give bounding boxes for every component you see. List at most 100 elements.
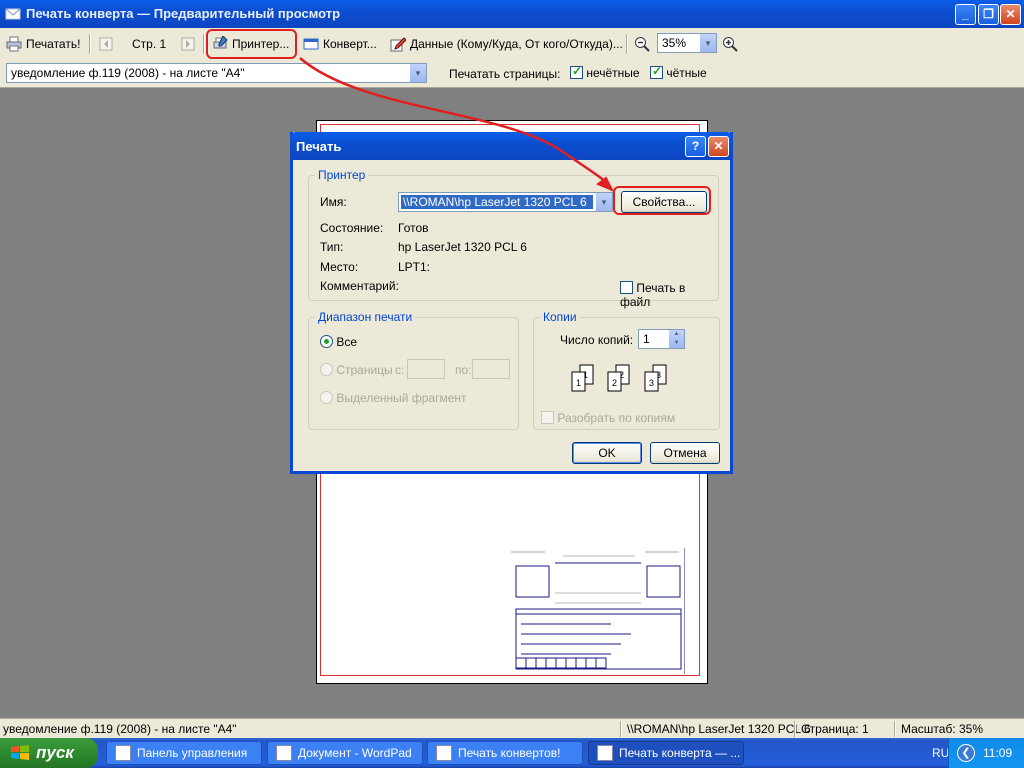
tray-expand-icon[interactable]: ❮ (957, 744, 975, 762)
windows-logo-icon (11, 745, 29, 760)
notification-form-thumbnail (511, 548, 685, 674)
even-pages-option[interactable]: чётные (650, 64, 707, 80)
collate-option[interactable]: Разобрать по копиям (541, 411, 675, 425)
data-label: Данные (Кому/Куда, От кого/Откуда)... (410, 37, 623, 51)
zoom-select[interactable]: 35% ▼ (657, 33, 717, 53)
chevron-down-icon[interactable]: ▼ (699, 34, 716, 52)
printer-name-select[interactable]: \\ROMAN\hp LaserJet 1320 PCL 6 ▼ (398, 192, 613, 212)
name-label: Имя: (320, 195, 347, 209)
toolbar-separator (89, 34, 91, 54)
start-button[interactable]: пуск (0, 738, 98, 768)
page-label: Стр. 1 (132, 37, 167, 51)
ok-button[interactable]: OK (572, 442, 642, 464)
help-button[interactable]: ? (685, 136, 706, 157)
maximize-button[interactable]: ❐ (978, 4, 999, 25)
print-button[interactable]: Печатать! (6, 32, 80, 56)
range-selection-option[interactable]: Выделенный фрагмент (320, 391, 467, 405)
window-titlebar[interactable]: Печать конверта — Предварительный просмо… (0, 0, 1024, 28)
print-pages-label: Печатать страницы: (449, 67, 561, 81)
zoom-out-button[interactable] (634, 32, 650, 56)
wordpad-icon (276, 745, 292, 761)
toolbar-separator (203, 34, 205, 54)
range-pages-option[interactable]: Страницы (320, 363, 393, 377)
task-control-panel[interactable]: Панель управления (106, 741, 262, 765)
where-value: LPT1: (398, 260, 431, 274)
range-all-label: Все (336, 335, 358, 349)
task-label: Печать конверта — ... (619, 746, 741, 760)
range-pages-radio[interactable] (320, 363, 333, 376)
print-range-label: Диапазон печати (315, 310, 416, 324)
type-label: Тип: (320, 240, 344, 254)
envelope-button[interactable]: Конверт... (303, 32, 377, 56)
copies-spinner[interactable]: ▲ ▼ (669, 330, 684, 348)
zoom-in-icon (723, 37, 738, 52)
task-wordpad[interactable]: Документ - WordPad (267, 741, 423, 765)
range-from-input[interactable] (407, 359, 445, 379)
status-divider (894, 721, 896, 737)
task-label: Панель управления (137, 746, 248, 760)
control-panel-icon (115, 745, 131, 761)
printer-group-label: Принтер (315, 168, 369, 182)
copies-group-label: Копии (540, 310, 580, 324)
minimize-button[interactable]: _ (955, 4, 976, 25)
svg-text:2: 2 (612, 378, 617, 388)
print-range-group: Диапазон печати Все Страницы с: по: Выде… (308, 310, 519, 430)
close-button[interactable]: ✕ (1000, 4, 1021, 25)
range-selection-label: Выделенный фрагмент (336, 391, 467, 405)
odd-pages-option[interactable]: нечётные (570, 64, 640, 80)
prev-page-button[interactable] (98, 32, 114, 56)
main-toolbar: Печатать! Стр. 1 Принтер... Конверт... Д… (0, 28, 1024, 60)
even-pages-checkbox[interactable] (650, 64, 663, 79)
copies-input[interactable]: 1 ▲ ▼ (638, 329, 685, 349)
collate-checkbox[interactable] (541, 411, 554, 424)
print-to-file-checkbox[interactable] (620, 281, 633, 294)
envelope-label: Конверт... (323, 37, 377, 51)
collate-pages-icon: 1 1 2 2 3 3 (571, 364, 667, 392)
range-pages-label: Страницы (336, 363, 393, 377)
print-to-file-option[interactable]: Печать в файл (620, 281, 718, 309)
status-zoom: Масштаб: 35% (901, 722, 984, 736)
copies-value: 1 (643, 332, 650, 346)
arrow-right-icon (181, 37, 195, 51)
range-to-input[interactable] (472, 359, 510, 379)
arrow-left-icon (99, 37, 113, 51)
print-dialog: Печать ? ✕ Принтер Имя: \\ROMAN\hp Laser… (290, 132, 733, 474)
cancel-button[interactable]: Отмена (650, 442, 720, 464)
dialog-title: Печать (296, 139, 342, 154)
status-label: Состояние: (320, 221, 384, 235)
status-template: уведомление ф.119 (2008) - на листе "А4" (3, 722, 237, 736)
print-label: Печатать! (26, 37, 81, 51)
zoom-value: 35% (662, 36, 687, 50)
printer-name-value: \\ROMAN\hp LaserJet 1320 PCL 6 (401, 195, 593, 209)
start-label: пуск (36, 743, 74, 762)
copies-label: Число копий: (560, 333, 634, 347)
next-page-button[interactable] (180, 32, 196, 56)
zoom-in-button[interactable] (722, 32, 738, 56)
chevron-down-icon[interactable]: ▼ (409, 64, 426, 82)
range-selection-radio[interactable] (320, 391, 333, 404)
template-select[interactable]: уведомление ф.119 (2008) - на листе "А4"… (6, 63, 427, 83)
status-divider (794, 721, 796, 737)
dialog-titlebar[interactable]: Печать ? ✕ (290, 132, 733, 160)
range-from-label: с: (395, 363, 405, 377)
range-all-option[interactable]: Все (320, 335, 357, 349)
task-envelope-print[interactable]: Печать конвертов! (427, 741, 583, 765)
range-all-radio[interactable] (320, 335, 333, 348)
comment-label: Комментарий: (320, 279, 399, 293)
odd-pages-checkbox[interactable] (570, 64, 583, 79)
status-divider (620, 721, 622, 737)
data-button[interactable]: Данные (Кому/Куда, От кого/Откуда)... (390, 32, 623, 56)
status-printer: \\ROMAN\hp LaserJet 1320 PCL 6 (627, 722, 811, 736)
page-number: Стр. 1 (132, 32, 166, 56)
task-envelope-preview[interactable]: Печать конверта — ... (588, 741, 744, 765)
type-value: hp LaserJet 1320 PCL 6 (398, 240, 527, 254)
language-indicator[interactable]: RU (932, 746, 949, 760)
window-title: Печать конверта — Предварительный просмо… (26, 6, 341, 21)
toolbar-separator (626, 34, 628, 54)
chevron-down-icon[interactable]: ▼ (595, 193, 612, 211)
edit-data-icon (390, 37, 406, 52)
copies-group: Копии Число копий: 1 ▲ ▼ 1 1 2 2 3 3 Раз… (533, 310, 720, 430)
zoom-out-icon (635, 37, 650, 52)
dialog-close-button[interactable]: ✕ (708, 136, 729, 157)
system-tray: ❮ 11:09 (948, 738, 1024, 768)
